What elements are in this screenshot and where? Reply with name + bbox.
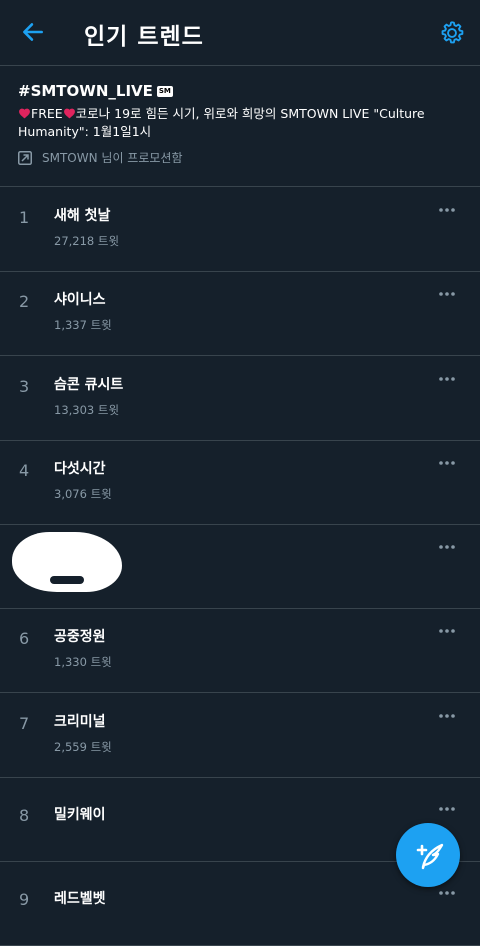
compose-tweet-icon <box>416 843 444 870</box>
more-options-icon[interactable] <box>438 289 456 299</box>
trend-name: 밀키웨이 <box>54 807 106 823</box>
trend-name: 샤이니스 <box>54 292 106 308</box>
trend-item[interactable]: 1 새해 첫날 27,218 트윗 <box>0 187 480 272</box>
trend-rank: 9 <box>19 890 30 909</box>
trend-item[interactable]: 2 샤이니스 1,337 트윗 <box>0 271 480 356</box>
trend-rank: 7 <box>19 714 30 733</box>
promoted-arrow-icon <box>18 150 32 165</box>
promo-hashtag-text: #SMTOWN_LIVE <box>18 82 153 100</box>
trend-rank: 2 <box>19 292 30 311</box>
promoted-trend[interactable]: #SMTOWN_LIVE SM FREE 코로나 19로 힘든 시기, 위로와 희망… <box>0 66 480 187</box>
more-options-icon[interactable] <box>438 711 456 721</box>
trend-tweet-count: 2,559 트윗 <box>54 740 112 754</box>
more-options-icon[interactable] <box>438 205 456 215</box>
trend-item[interactable]: 4 다섯시간 3,076 트윗 <box>0 440 480 525</box>
more-options-icon[interactable] <box>438 542 456 552</box>
promo-description: FREE 코로나 19로 힘든 시기, 위로와 희망의 SMTOWN LIVE "… <box>18 105 458 141</box>
trend-rank: 8 <box>19 806 30 825</box>
gear-icon[interactable] <box>438 19 466 47</box>
more-options-icon[interactable] <box>438 626 456 636</box>
redaction-mark <box>12 532 122 592</box>
trend-tweet-count: 13,303 트윗 <box>54 403 120 417</box>
trend-item[interactable]: 3 슴콘 큐시트 13,303 트윗 <box>0 356 480 441</box>
trend-name: 슴콘 큐시트 <box>54 377 124 393</box>
arrow-left-icon[interactable] <box>20 19 46 45</box>
trend-tweet-count: 1,337 트윗 <box>54 318 112 332</box>
more-options-icon[interactable] <box>438 374 456 384</box>
more-options-icon[interactable] <box>438 804 456 814</box>
heart-icon <box>19 108 30 119</box>
trend-name: 공중정원 <box>54 629 106 645</box>
trend-rank: 4 <box>19 461 30 480</box>
trend-tweet-count: 3,076 트윗 <box>54 487 112 501</box>
more-options-icon[interactable] <box>438 458 456 468</box>
trend-rank: 1 <box>19 208 30 227</box>
trend-name: 다섯시간 <box>54 461 106 477</box>
trend-name: 레드벨벳 <box>54 891 106 907</box>
promo-desc-text: 코로나 19로 힘든 시기, 위로와 희망의 SMTOWN LIVE "Cult… <box>18 106 425 139</box>
trend-rank: 6 <box>19 629 30 648</box>
page-title: 인기 트렌드 <box>84 24 204 50</box>
trend-name: 새해 첫날 <box>54 208 111 224</box>
more-options-icon[interactable] <box>438 888 456 898</box>
trend-item[interactable]: 7 크리미널 2,559 트윗 <box>0 693 480 778</box>
trend-tweet-count: 1,330 트윗 <box>54 655 112 669</box>
trend-tweet-count: 27,218 트윗 <box>54 234 120 248</box>
promoted-by: SMTOWN 님이 프로모션함 <box>18 149 183 166</box>
smtown-emoji-icon: SM <box>156 86 173 97</box>
trend-name: 크리미널 <box>54 714 106 730</box>
app-header: 인기 트렌드 <box>0 0 480 66</box>
trend-rank: 3 <box>19 377 30 396</box>
trend-item[interactable]: 6 공중정원 1,330 트윗 <box>0 608 480 693</box>
promoted-by-text: SMTOWN 님이 프로모션함 <box>42 151 183 165</box>
compose-tweet-button[interactable] <box>396 823 460 887</box>
heart-icon <box>63 108 75 119</box>
promo-free-text: FREE <box>31 106 63 121</box>
promo-hashtag: #SMTOWN_LIVE SM <box>18 82 173 100</box>
